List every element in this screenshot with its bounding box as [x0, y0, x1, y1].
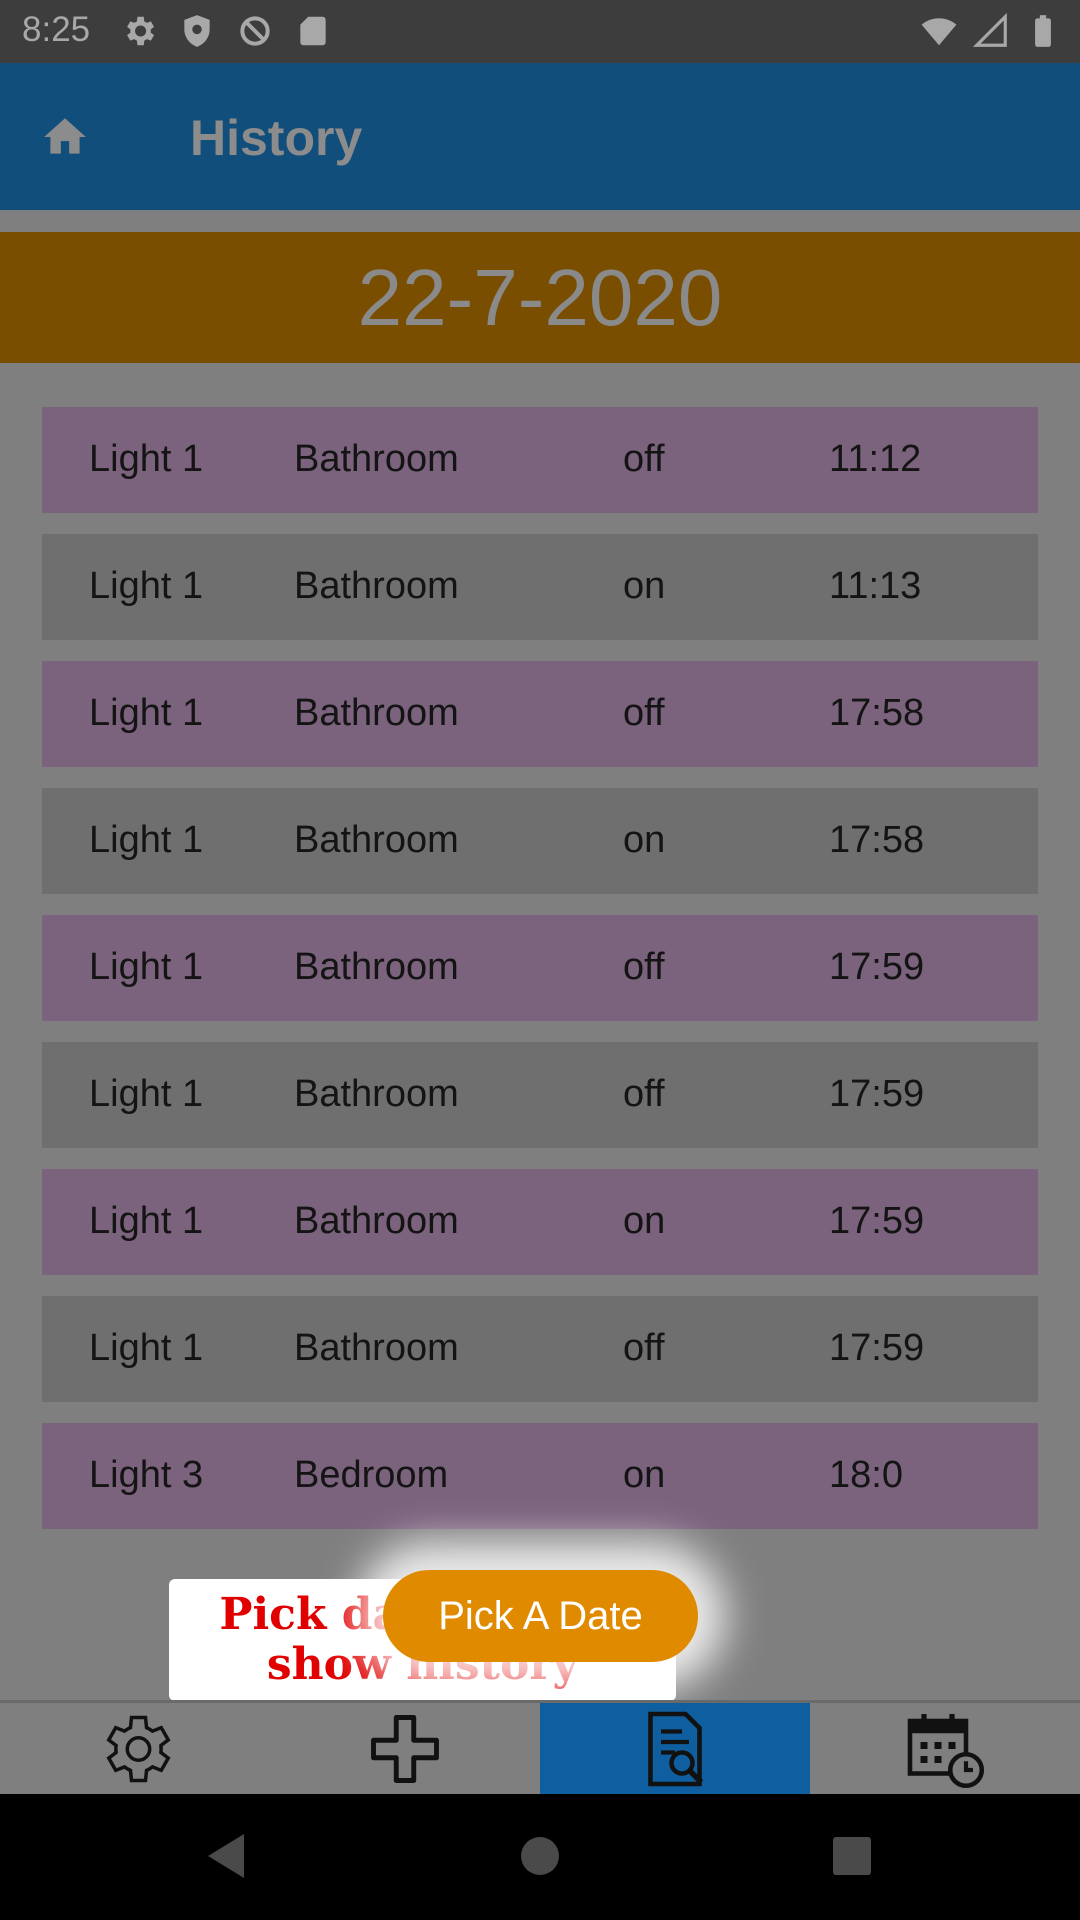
row-state: off: [623, 946, 665, 988]
wifi-icon: [921, 18, 957, 46]
row-room: Bathroom: [294, 946, 459, 988]
row-device: Light 1: [89, 1327, 204, 1369]
status-notification-icons: [120, 12, 332, 50]
home-icon[interactable]: [40, 112, 90, 162]
row-room: Bathroom: [294, 1200, 459, 1242]
history-row: Light 1 Bathroom off 17:59: [42, 1296, 1038, 1402]
bottom-nav: [0, 1700, 1080, 1794]
battery-icon: [1035, 15, 1051, 47]
row-device: Light 1: [89, 946, 204, 988]
row-device: Light 1: [89, 819, 204, 861]
row-room: Bedroom: [294, 1454, 449, 1496]
settings-gear-icon: [127, 16, 155, 46]
pick-date-button[interactable]: Pick A Date: [383, 1570, 698, 1662]
row-device: Light 1: [89, 438, 204, 480]
row-time: 17:59: [829, 1073, 925, 1115]
history-row: Light 1 Bathroom off 17:59: [42, 1042, 1038, 1148]
cell-signal-icon: [972, 12, 1007, 47]
row-time: 17:59: [829, 946, 925, 988]
row-state: on: [623, 565, 666, 607]
row-room: Bathroom: [294, 1073, 459, 1115]
selected-date-banner: 22-7-2020: [0, 232, 1080, 363]
history-row: Light 3 Bedroom on 18:0: [42, 1423, 1038, 1529]
row-state: on: [623, 1200, 666, 1242]
back-triangle-icon[interactable]: [204, 1832, 248, 1880]
row-time: 18:0: [829, 1454, 903, 1496]
plus-icon: [371, 1714, 439, 1783]
row-state: off: [623, 438, 665, 480]
row-state: off: [623, 692, 665, 734]
row-time: 11:12: [829, 438, 922, 480]
history-row: Light 1 Bathroom on 17:59: [42, 1169, 1038, 1275]
nav-add[interactable]: [270, 1703, 540, 1794]
history-list[interactable]: Light 1 Bathroom off 11:12 Light 1 Bathr…: [42, 407, 1038, 1550]
history-content: 22-7-2020 Light 1 Bathroom off 11:12 Lig…: [0, 210, 1080, 1701]
row-device: Light 1: [89, 692, 204, 734]
row-device: Light 1: [89, 1200, 204, 1242]
row-room: Bathroom: [294, 438, 459, 480]
search-document-icon: [648, 1711, 704, 1786]
nav-history[interactable]: [540, 1703, 810, 1794]
row-device: Light 3: [89, 1454, 204, 1496]
row-time: 17:58: [829, 819, 925, 861]
history-row: Light 1 Bathroom off 17:59: [42, 915, 1038, 1021]
nav-settings[interactable]: [0, 1703, 270, 1794]
calendar-clock-icon: [907, 1713, 985, 1788]
row-state: off: [623, 1073, 665, 1115]
row-room: Bathroom: [294, 565, 459, 607]
row-device: Light 1: [89, 565, 204, 607]
status-system-icons: [920, 12, 1062, 50]
settings-gear-icon: [106, 1715, 171, 1782]
no-sync-icon: [240, 16, 270, 46]
page-title: History: [190, 110, 363, 166]
history-row: Light 1 Bathroom on 17:58: [42, 788, 1038, 894]
row-device: Light 1: [89, 1073, 204, 1115]
shield-icon: [184, 15, 210, 47]
row-time: 17:58: [829, 692, 925, 734]
row-room: Bathroom: [294, 692, 459, 734]
row-room: Bathroom: [294, 819, 459, 861]
row-state: off: [623, 1327, 665, 1369]
home-circle-icon[interactable]: [518, 1832, 562, 1880]
history-row: Light 1 Bathroom on 11:13: [42, 534, 1038, 640]
row-time: 17:59: [829, 1327, 925, 1369]
row-time: 11:13: [829, 565, 922, 607]
row-room: Bathroom: [294, 1327, 459, 1369]
row-state: on: [623, 819, 666, 861]
recents-square-icon[interactable]: [830, 1832, 874, 1880]
app-bar: History: [0, 63, 1080, 210]
status-bar: 8:25: [0, 0, 1080, 63]
history-row: Light 1 Bathroom off 11:12: [42, 407, 1038, 513]
row-state: on: [623, 1454, 666, 1496]
status-time: 8:25: [22, 10, 91, 49]
history-row: Light 1 Bathroom off 17:58: [42, 661, 1038, 767]
system-nav-bar: [0, 1794, 1080, 1920]
row-time: 17:59: [829, 1200, 925, 1242]
nav-schedule[interactable]: [810, 1703, 1080, 1794]
sd-card-icon: [300, 16, 326, 46]
